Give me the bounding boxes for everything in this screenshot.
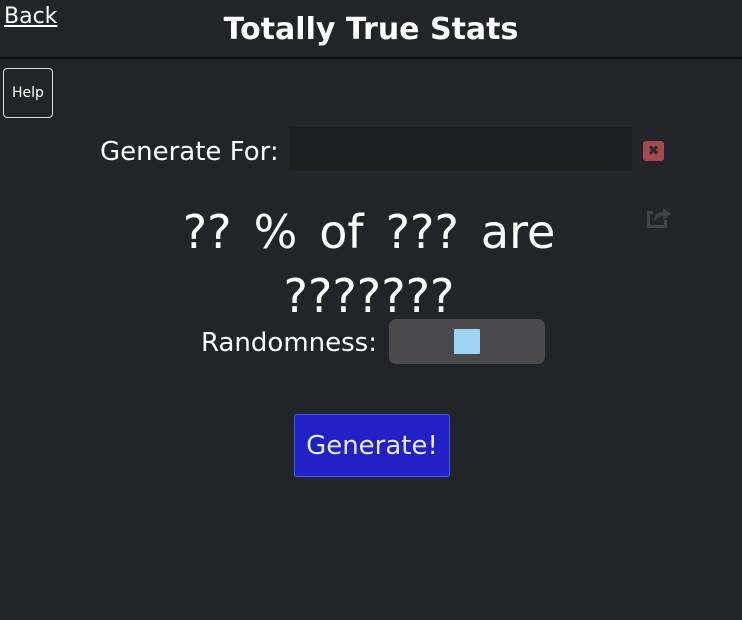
randomness-label: Randomness: <box>201 328 377 358</box>
page-title: Totally True Stats <box>223 12 519 47</box>
stat-sentence: ??% of??? are??????? <box>89 200 649 328</box>
clear-input-button[interactable]: ✖ <box>643 141 664 161</box>
randomness-slider-thumb[interactable] <box>454 329 480 354</box>
generate-button[interactable]: Generate! <box>294 414 450 477</box>
share-button[interactable] <box>644 203 672 229</box>
randomness-slider[interactable] <box>389 319 545 364</box>
stat-percent: ?? <box>182 205 232 259</box>
close-icon: ✖ <box>647 143 660 159</box>
generate-for-label: Generate For: <box>100 137 279 167</box>
stat-are-word: are <box>480 205 556 259</box>
generate-for-input[interactable] <box>289 127 632 171</box>
stat-percent-sign: % <box>253 205 298 259</box>
stat-group: ??? <box>385 205 459 259</box>
stat-of-word: of <box>319 205 364 259</box>
header-divider <box>0 57 742 59</box>
help-button[interactable]: Help <box>3 68 53 118</box>
share-icon <box>647 208 671 228</box>
